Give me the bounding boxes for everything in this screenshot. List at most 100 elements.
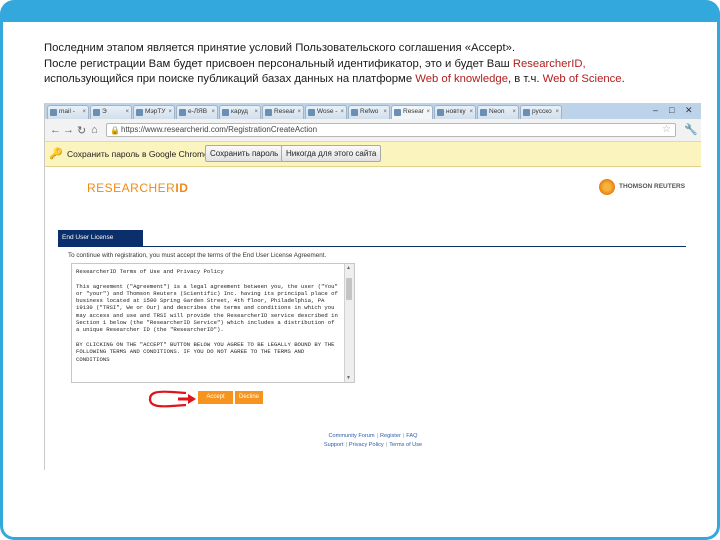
footer-row-2: Support | Privacy Policy | Terms of Use [45, 441, 701, 450]
partner-logo-text: THOMSON REUTERS [619, 183, 686, 190]
slide-caption: Последним этапом является принятие услов… [44, 41, 704, 88]
wrench-icon[interactable]: 🔧 [684, 123, 698, 136]
favicon-icon [523, 109, 530, 116]
favicon-icon [351, 109, 358, 116]
favicon-icon [480, 109, 487, 116]
maximize-icon[interactable]: □ [669, 105, 674, 115]
minimize-icon[interactable]: – [653, 105, 658, 115]
footer-link-faq[interactable]: FAQ [406, 433, 417, 439]
browser-toolbar: ← → ↻ ⌂ 🔒 https://www.researcherid.com/R… [45, 119, 701, 142]
lock-icon: 🔒 [110, 126, 120, 135]
tab-label: Resear [403, 108, 424, 115]
browser-tab[interactable]: Refwo × [348, 105, 390, 119]
window-close-icon[interactable]: ✕ [685, 105, 693, 116]
close-icon[interactable]: × [211, 106, 215, 118]
caption-line-3-end: . [621, 73, 625, 85]
caption-line-1: Последним этапом является принятие услов… [44, 42, 516, 54]
scrollbar-thumb[interactable] [346, 278, 352, 300]
footer-row-1: Community Forum | Register | FAQ [45, 432, 701, 441]
favicon-icon [394, 109, 401, 116]
footer-link-support[interactable]: Support [324, 442, 344, 448]
favicon-icon [50, 109, 57, 116]
close-icon[interactable]: × [383, 106, 387, 118]
never-save-button[interactable]: Никогда для этого сайта [281, 145, 382, 162]
footer-link-community-forum[interactable]: Community Forum [329, 433, 375, 439]
browser-tab[interactable]: mail - × [47, 105, 89, 119]
caption-line-3-text: использующийся при поиске публикаций баз… [44, 73, 413, 85]
close-icon[interactable]: × [340, 106, 344, 118]
caption-highlight-researcherid: ResearcherID, [512, 57, 586, 70]
terms-textarea[interactable]: ResearcherID Terms of Use and Privacy Po… [71, 263, 355, 383]
accept-button[interactable]: Accept [198, 391, 233, 404]
favicon-icon [308, 109, 315, 116]
close-icon[interactable]: × [555, 106, 559, 118]
tab-label: Resear [274, 108, 295, 115]
researcherid-logo[interactable]: RESEARCHERID [87, 181, 188, 195]
close-icon[interactable]: × [168, 106, 172, 118]
terms-title: ResearcherID Terms of Use and Privacy Po… [76, 268, 224, 275]
browser-tab[interactable]: Neon × [477, 105, 519, 119]
tab-bar: mail - × Э × МэрТУ × e-ЛЯВ × каруд × Resear × … [45, 103, 701, 119]
caption-line-2-text: После регистрации Вам будет присвоен пер… [44, 57, 510, 70]
page-footer: Community Forum | Register | FAQ Support | Pri… [45, 432, 701, 450]
bookmark-star-icon[interactable]: ☆ [662, 124, 671, 136]
browser-tab[interactable]: каруд × [219, 105, 261, 119]
tab-label: новтку [446, 108, 466, 115]
footer-separator: | [345, 442, 347, 448]
back-icon[interactable]: ← [50, 124, 61, 136]
close-icon[interactable]: × [469, 106, 473, 118]
close-icon[interactable]: × [426, 106, 430, 118]
scroll-up-icon[interactable]: ▲ [346, 265, 351, 271]
address-url: https://www.researcherid.com/Registratio… [121, 125, 318, 134]
thomson-reuters-emblem-icon [599, 179, 615, 195]
favicon-icon [93, 109, 100, 116]
red-pointer-arrow-icon [148, 390, 196, 408]
footer-link-privacy-policy[interactable]: Privacy Policy [349, 442, 384, 448]
browser-tab[interactable]: Wose - × [305, 105, 347, 119]
save-password-button[interactable]: Сохранить пароль [205, 145, 284, 162]
tab-label: Э [102, 108, 107, 115]
decline-button[interactable]: Decline [235, 391, 263, 404]
eula-tab: End User License [58, 230, 143, 246]
browser-tab[interactable]: Э × [90, 105, 132, 119]
logo-text-regular: RESEARCHER [87, 181, 176, 195]
web-page: RESEARCHERID THOMSON REUTERS End User Li… [45, 167, 701, 470]
favicon-icon [222, 109, 229, 116]
close-icon[interactable]: × [297, 106, 301, 118]
browser-tab-active[interactable]: Resear × [391, 105, 433, 119]
browser-tab[interactable]: e-ЛЯВ × [176, 105, 218, 119]
home-icon[interactable]: ⌂ [91, 124, 98, 136]
tab-label: русско [532, 108, 552, 115]
thomson-reuters-logo: THOMSON REUTERS [599, 179, 686, 195]
scroll-down-icon[interactable]: ▼ [346, 375, 351, 381]
favicon-icon [265, 109, 272, 116]
browser-tab[interactable]: русско × [520, 105, 562, 119]
address-bar[interactable]: 🔒 https://www.researcherid.com/Registrat… [106, 123, 676, 137]
tab-label: Wose - [317, 108, 338, 115]
eula-divider [58, 246, 686, 247]
forward-icon[interactable]: → [63, 124, 74, 136]
terms-scrollbar[interactable]: ▲ ▼ [344, 264, 354, 382]
close-icon[interactable]: × [254, 106, 258, 118]
close-icon[interactable]: × [82, 106, 86, 118]
eula-intro-text: To continue with registration, you must … [68, 252, 327, 259]
infobar-message: Сохранить пароль в Google Chrome? [67, 149, 214, 159]
browser-tab[interactable]: Resear × [262, 105, 304, 119]
caption-line-2: После регистрации Вам будет присвоен пер… [44, 57, 704, 73]
tab-label: e-ЛЯВ [188, 108, 208, 115]
browser-screenshot: mail - × Э × МэрТУ × e-ЛЯВ × каруд × Resear × … [44, 103, 701, 470]
close-icon[interactable]: × [125, 106, 129, 118]
terms-paragraph-2: BY CLICKING ON THE "ACCEPT" BUTTON BELOW… [76, 340, 338, 363]
footer-separator: | [385, 442, 388, 448]
footer-separator: | [402, 433, 405, 439]
caption-line-3: использующийся при поиске публикаций баз… [44, 72, 704, 88]
tab-label: Neon [489, 108, 505, 115]
reload-icon[interactable]: ↻ [77, 124, 86, 137]
browser-tab[interactable]: МэрТУ × [133, 105, 175, 119]
browser-tab[interactable]: новтку × [434, 105, 476, 119]
tab-label: МэрТУ [145, 108, 166, 115]
close-icon[interactable]: × [512, 106, 516, 118]
caption-highlight-wok: Web of knowledge [415, 73, 508, 85]
footer-link-register[interactable]: Register [380, 433, 401, 439]
footer-link-terms-of-use[interactable]: Terms of Use [389, 442, 422, 448]
